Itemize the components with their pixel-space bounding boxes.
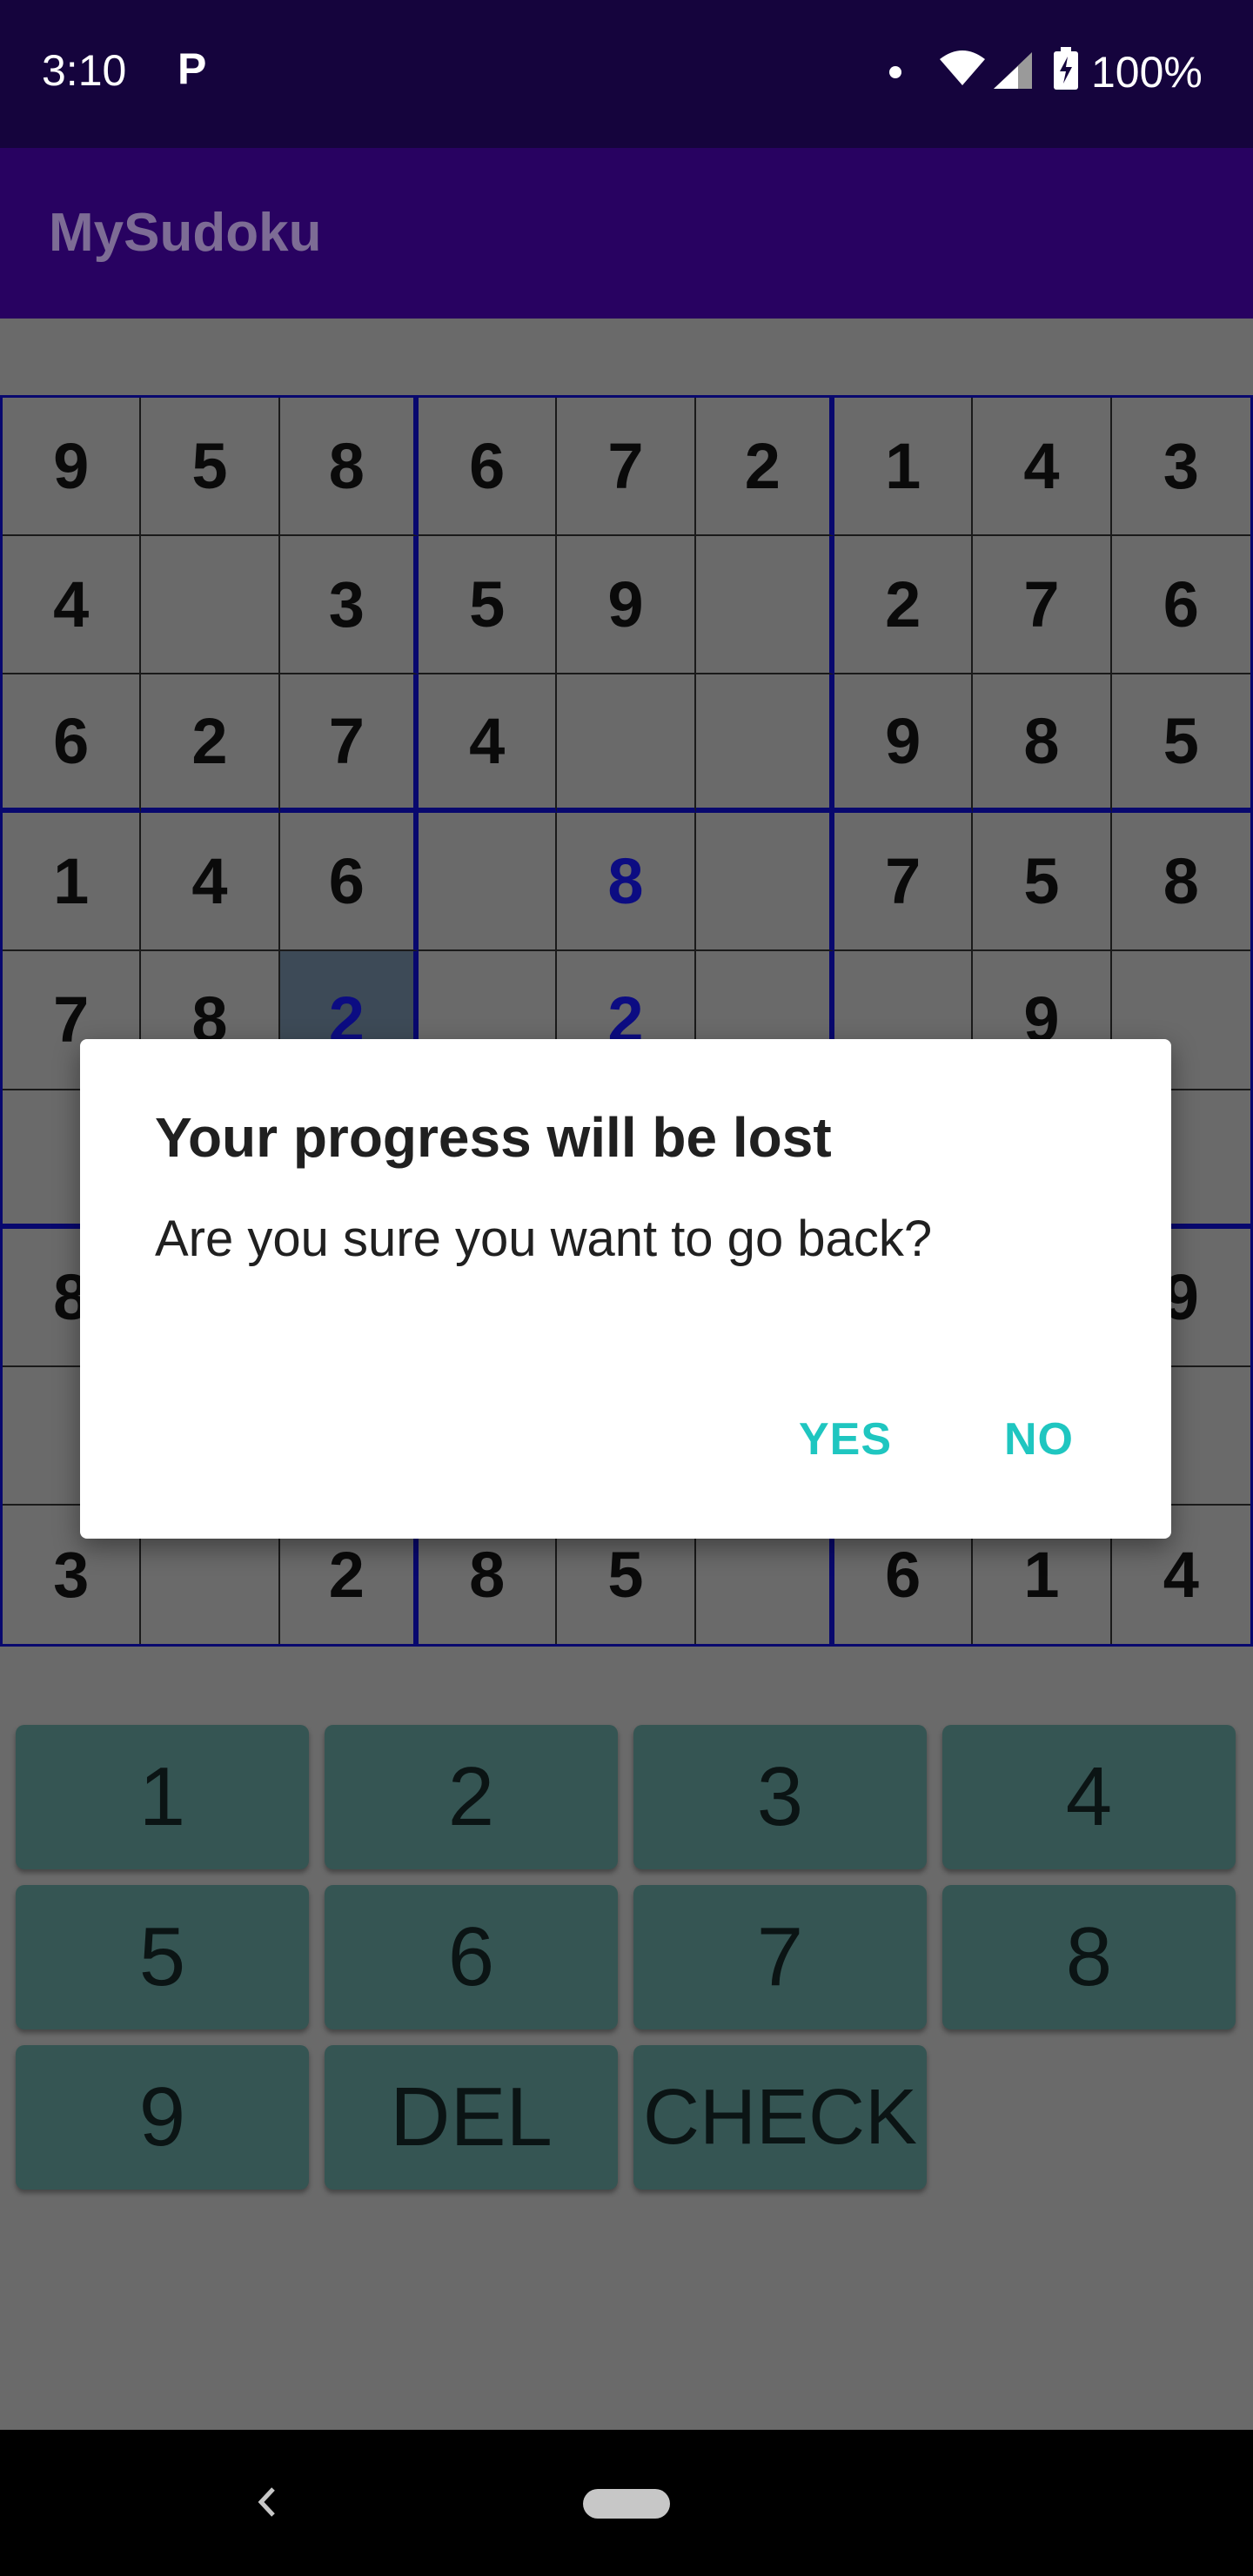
dialog-title: Your progress will be lost [155, 1106, 832, 1169]
sudoku-cell-r1-c2[interactable]: 5 [141, 398, 280, 537]
key-5-button[interactable]: 5 [16, 1885, 309, 2029]
sudoku-cell-r3-c9[interactable]: 5 [1111, 674, 1250, 814]
sudoku-cell-r1-c5[interactable]: 7 [557, 398, 696, 537]
sudoku-cell-r2-c6[interactable] [695, 536, 834, 675]
key-7-button[interactable]: 7 [633, 1885, 927, 2029]
back-icon[interactable] [252, 2479, 278, 2526]
sudoku-cell-r4-c9[interactable]: 8 [1111, 813, 1250, 952]
sudoku-cell-r3-c4[interactable]: 4 [418, 674, 558, 814]
parking-notification-icon: P [178, 44, 207, 93]
sudoku-cell-r2-c2[interactable] [141, 536, 280, 675]
app-title: MySudoku [49, 203, 322, 263]
sudoku-cell-r4-c3[interactable]: 6 [279, 813, 419, 952]
sudoku-cell-r2-c9[interactable]: 6 [1111, 536, 1250, 675]
sudoku-cell-r4-c8[interactable]: 5 [973, 813, 1112, 952]
key-9-button[interactable]: 9 [16, 2045, 309, 2190]
sudoku-cell-r1-c8[interactable]: 4 [973, 398, 1112, 537]
sudoku-cell-r4-c4[interactable] [418, 813, 558, 952]
del-button[interactable]: DEL [325, 2045, 618, 2190]
sudoku-cell-r3-c2[interactable]: 2 [141, 674, 280, 814]
sudoku-cell-r1-c4[interactable]: 6 [418, 398, 558, 537]
status-time: 3:10 [42, 46, 127, 95]
app-bar: MySudoku [0, 148, 1253, 319]
check-button[interactable]: CHECK [633, 2045, 927, 2190]
number-keypad: 1 2 3 4 5 6 7 8 9 DEL CHECK [16, 1725, 1237, 2190]
battery-percentage: 100% [1091, 48, 1203, 97]
cell-signal-icon [994, 52, 1032, 89]
sudoku-cell-r2-c7[interactable]: 2 [834, 536, 974, 675]
status-bar: 3:10 P 100% [0, 0, 1253, 148]
sudoku-cell-r4-c1[interactable]: 1 [3, 813, 142, 952]
home-pill-icon[interactable] [583, 2489, 670, 2519]
key-2-button[interactable]: 2 [325, 1725, 618, 1869]
wifi-icon [940, 50, 985, 85]
battery-charging-icon [1054, 47, 1078, 90]
sudoku-cell-r3-c8[interactable]: 8 [973, 674, 1112, 814]
sudoku-cell-r1-c3[interactable]: 8 [279, 398, 419, 537]
sudoku-cell-r3-c6[interactable] [695, 674, 834, 814]
sudoku-cell-r4-c6[interactable] [695, 813, 834, 952]
sudoku-cell-r3-c1[interactable]: 6 [3, 674, 142, 814]
sudoku-cell-r1-c1[interactable]: 9 [3, 398, 142, 537]
key-3-button[interactable]: 3 [633, 1725, 927, 1869]
sudoku-cell-r4-c7[interactable]: 7 [834, 813, 974, 952]
sudoku-cell-r2-c4[interactable]: 5 [418, 536, 558, 675]
no-button[interactable]: NO [1004, 1413, 1074, 1466]
navigation-bar [0, 2430, 1253, 2576]
yes-button[interactable]: YES [799, 1413, 892, 1466]
sudoku-cell-r2-c5[interactable]: 9 [557, 536, 696, 675]
sudoku-cell-r2-c3[interactable]: 3 [279, 536, 419, 675]
key-1-button[interactable]: 1 [16, 1725, 309, 1869]
sudoku-cell-r4-c5[interactable]: 8 [557, 813, 696, 952]
sudoku-cell-r1-c9[interactable]: 3 [1111, 398, 1250, 537]
key-8-button[interactable]: 8 [942, 1885, 1236, 2029]
sudoku-cell-r3-c7[interactable]: 9 [834, 674, 974, 814]
dialog-message: Are you sure you want to go back? [155, 1211, 933, 1267]
sudoku-cell-r1-c7[interactable]: 1 [834, 398, 974, 537]
key-4-button[interactable]: 4 [942, 1725, 1236, 1869]
key-6-button[interactable]: 6 [325, 1885, 618, 2029]
sudoku-cell-r3-c5[interactable] [557, 674, 696, 814]
notification-dot-icon [889, 66, 901, 78]
confirm-dialog: Your progress will be lost Are you sure … [80, 1039, 1171, 1539]
sudoku-cell-r2-c1[interactable]: 4 [3, 536, 142, 675]
sudoku-cell-r2-c8[interactable]: 7 [973, 536, 1112, 675]
sudoku-cell-r3-c3[interactable]: 7 [279, 674, 419, 814]
sudoku-cell-r4-c2[interactable]: 4 [141, 813, 280, 952]
sudoku-cell-r1-c6[interactable]: 2 [695, 398, 834, 537]
